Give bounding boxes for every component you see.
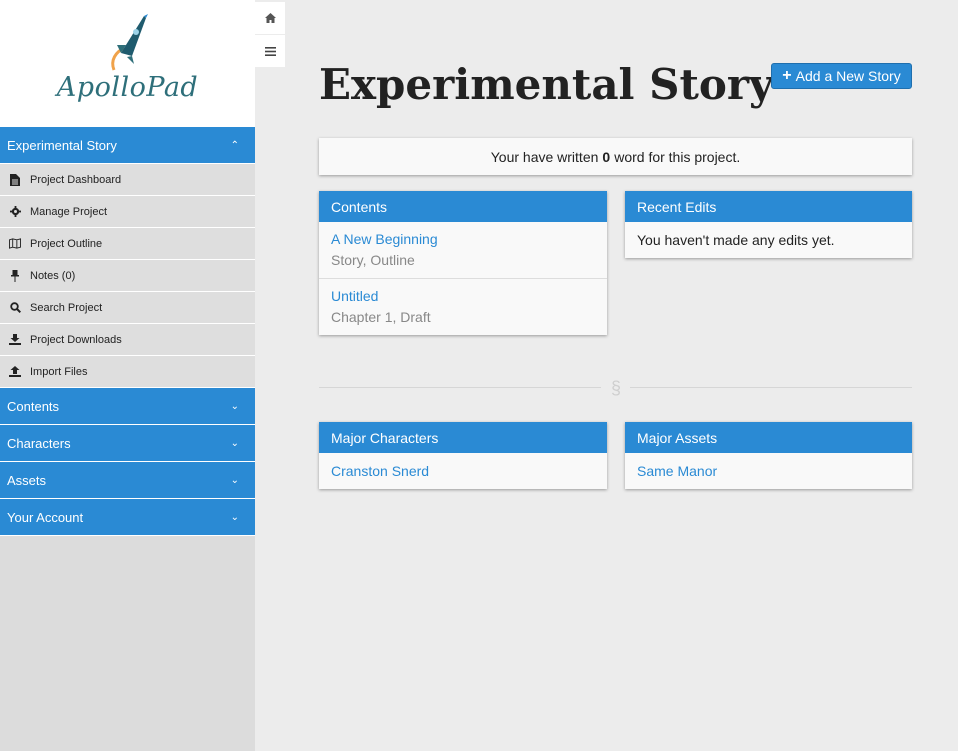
word-count-value: 0	[602, 148, 611, 165]
chevron-down-icon: ⌄	[230, 511, 239, 523]
chevron-down-icon: ⌄	[230, 474, 239, 486]
search-icon	[9, 302, 21, 314]
chevron-down-icon: ⌄	[230, 400, 239, 412]
sidebar-section-assets[interactable]: Assets ⌄	[0, 462, 255, 499]
sidebar-section-contents[interactable]: Contents ⌄	[0, 388, 255, 425]
content-link[interactable]: Untitled	[331, 288, 595, 304]
sidebar-item-label: Manage Project	[30, 205, 108, 218]
recent-edits-panel: Recent Edits You haven't made any edits …	[625, 191, 912, 258]
rocket-logo-icon	[111, 14, 148, 71]
major-assets-title: Major Assets	[625, 422, 912, 453]
sidebar-item-manage-project[interactable]: Manage Project	[0, 196, 255, 228]
list-item: Same Manor	[625, 453, 912, 489]
home-button[interactable]	[255, 2, 285, 34]
content-link[interactable]: A New Beginning	[331, 231, 595, 247]
add-story-button[interactable]: + Add a New Story	[771, 63, 912, 89]
sidebar-item-label: Import Files	[30, 365, 88, 378]
sidebar-section-label: Characters	[7, 435, 71, 451]
section-symbol: §	[610, 378, 621, 398]
upload-icon	[9, 366, 21, 378]
list-item: Cranston Snerd	[319, 453, 607, 489]
word-count-box: Your have written 0 word for this projec…	[319, 138, 912, 175]
sidebar-project-header[interactable]: Experimental Story ⌃	[0, 127, 255, 164]
section-divider: §	[319, 378, 912, 398]
sidebar-item-label: Project Dashboard	[30, 173, 122, 186]
major-characters-panel: Major Characters Cranston Snerd	[319, 422, 607, 489]
major-assets-panel: Major Assets Same Manor	[625, 422, 912, 489]
list-item: A New Beginning Story, Outline	[319, 222, 607, 279]
content-meta: Story, Outline	[331, 252, 415, 268]
sidebar-item-label: Project Outline	[30, 237, 103, 250]
major-characters-title: Major Characters	[319, 422, 607, 453]
contents-panel: Contents A New Beginning Story, Outline …	[319, 191, 607, 335]
recent-edits-empty: You haven't made any edits yet.	[637, 232, 835, 248]
menu-toggle-button[interactable]	[255, 35, 285, 67]
page-title: Experimental Story	[319, 60, 774, 109]
contents-panel-title: Contents	[319, 191, 607, 222]
sidebar-item-project-dashboard[interactable]: Project Dashboard	[0, 164, 255, 196]
sidebar-section-characters[interactable]: Characters ⌄	[0, 425, 255, 462]
sidebar-project-label: Experimental Story	[7, 137, 117, 153]
sidebar-item-project-downloads[interactable]: Project Downloads	[0, 324, 255, 356]
map-icon	[9, 238, 21, 250]
add-story-label: Add a New Story	[795, 68, 901, 84]
home-icon	[264, 13, 276, 23]
gear-icon	[9, 206, 21, 218]
sidebar-section-label: Assets	[7, 472, 47, 488]
file-icon	[9, 173, 21, 186]
logo-text: ApolloPad	[56, 72, 199, 103]
logo[interactable]: ApolloPad	[0, 0, 255, 127]
sidebar: ApolloPad Experimental Story ⌃ Project D…	[0, 0, 255, 751]
word-count-prefix: Your have written	[490, 148, 599, 165]
character-link[interactable]: Cranston Snerd	[331, 463, 595, 479]
asset-link[interactable]: Same Manor	[637, 463, 900, 479]
sidebar-section-your-account[interactable]: Your Account ⌄	[0, 499, 255, 536]
sidebar-item-label: Notes (0)	[30, 269, 76, 282]
recent-edits-title: Recent Edits	[625, 191, 912, 222]
sidebar-item-search-project[interactable]: Search Project	[0, 292, 255, 324]
hamburger-icon	[264, 46, 276, 56]
divider-line	[630, 387, 912, 388]
sidebar-item-label: Search Project	[30, 301, 103, 314]
sidebar-section-label: Contents	[7, 398, 60, 414]
chevron-down-icon: ⌄	[230, 437, 239, 449]
content-meta: Chapter 1, Draft	[331, 309, 431, 325]
pin-icon	[9, 269, 21, 282]
plus-icon: +	[782, 67, 792, 84]
divider-line	[319, 387, 601, 388]
chevron-up-icon: ⌃	[230, 139, 239, 151]
sidebar-item-label: Project Downloads	[30, 333, 122, 346]
sidebar-section-label: Your Account	[7, 509, 84, 525]
list-item: Untitled Chapter 1, Draft	[319, 279, 607, 335]
sidebar-item-project-outline[interactable]: Project Outline	[0, 228, 255, 260]
sidebar-item-notes[interactable]: Notes (0)	[0, 260, 255, 292]
word-count-suffix: word for this project.	[614, 148, 741, 165]
download-icon	[9, 334, 21, 346]
sidebar-item-import-files[interactable]: Import Files	[0, 356, 255, 388]
